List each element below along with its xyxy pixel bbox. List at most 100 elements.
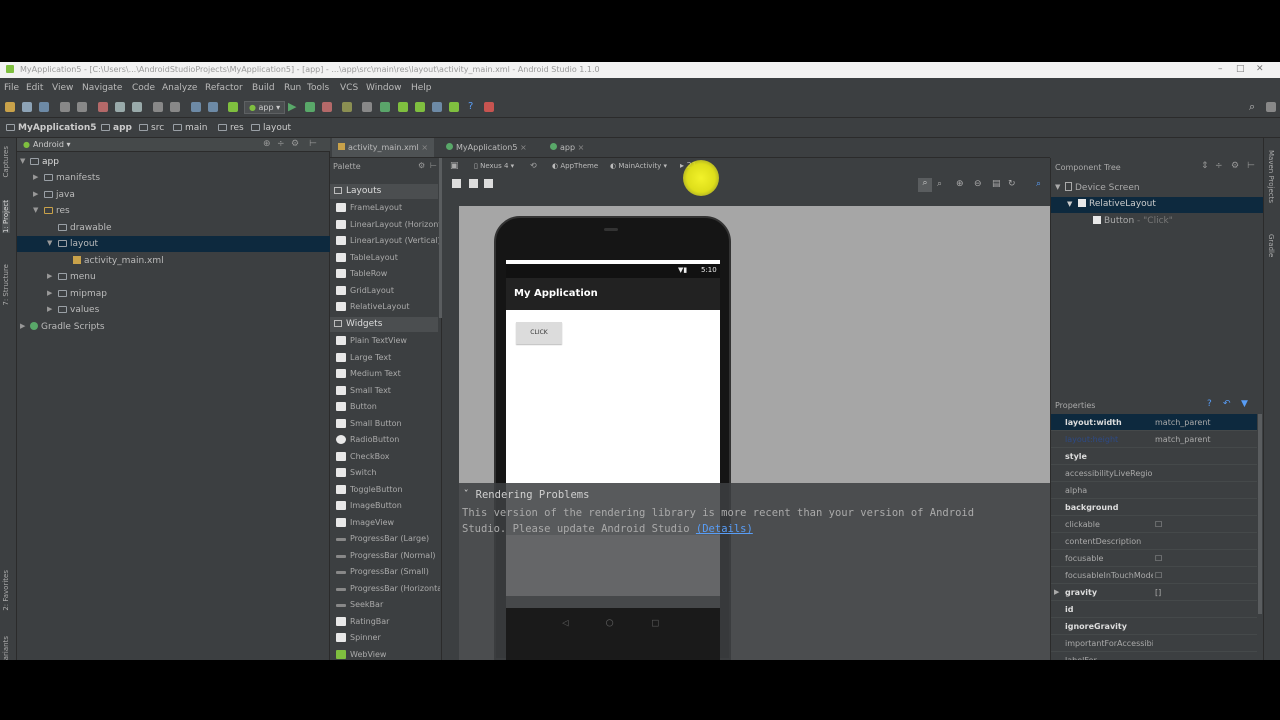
menu-run[interactable]: Run	[284, 83, 301, 93]
open-folder-icon[interactable]	[5, 102, 15, 112]
tool-tab-maven-projects[interactable]: Maven Projects	[1267, 150, 1275, 203]
menu-vcs[interactable]: VCS	[340, 83, 358, 93]
palette-item[interactable]: Button	[336, 399, 440, 415]
monitor-icon[interactable]	[432, 102, 442, 112]
minimize-icon[interactable]: –	[1218, 64, 1223, 74]
palette-category-widgets[interactable]: Widgets	[330, 317, 438, 332]
close-tab-icon[interactable]: ×	[578, 143, 585, 152]
expand-all-icon[interactable]: ⇕	[1201, 161, 1209, 171]
menu-navigate[interactable]: Navigate	[82, 83, 122, 93]
property-row[interactable]: labelFor	[1051, 652, 1257, 660]
palette-item[interactable]: ImageButton	[336, 498, 440, 514]
zoom-fit-icon[interactable]: ⌕	[918, 178, 932, 192]
make-project-icon[interactable]	[228, 102, 238, 112]
palette-item[interactable]: RelativeLayout	[336, 299, 440, 315]
tree-item-mipmap[interactable]: ▶ mipmap	[17, 286, 330, 302]
redo-icon[interactable]	[77, 102, 87, 112]
property-row[interactable]: importantForAccessibility	[1051, 635, 1257, 652]
palette-item[interactable]: ProgressBar (Normal)	[336, 548, 440, 564]
crumb-res[interactable]: res	[218, 123, 244, 133]
orientation-icon[interactable]: ⟲	[530, 161, 537, 170]
tool-tab-gradle[interactable]: Gradle	[1267, 234, 1275, 257]
preview-design-icon[interactable]	[452, 179, 461, 188]
palette-item[interactable]: LinearLayout (Vertical)	[336, 233, 440, 249]
expand-arrow-icon[interactable]: ▶	[1054, 588, 1059, 596]
palette-item[interactable]: Medium Text	[336, 366, 440, 382]
stop-icon[interactable]	[322, 102, 332, 112]
avd-manager-icon[interactable]	[398, 102, 408, 112]
search-everywhere-icon[interactable]: ⌕	[1249, 100, 1255, 114]
tree-item-layout[interactable]: ▼ layout	[17, 236, 330, 252]
property-row[interactable]: background	[1051, 499, 1257, 516]
activity-select[interactable]: ◐ MainActivity ▾	[610, 162, 667, 170]
copy-icon[interactable]	[115, 102, 125, 112]
tree-node-relativelayout[interactable]: ▼ RelativeLayout	[1051, 197, 1264, 213]
palette-item[interactable]: Plain TextView	[336, 333, 440, 349]
tree-item-values[interactable]: ▶ values	[17, 302, 330, 318]
collapse-all-icon[interactable]: ÷	[277, 139, 285, 149]
sync-gradle-icon[interactable]	[380, 102, 390, 112]
palette-item[interactable]: TableLayout	[336, 250, 440, 266]
tree-item-gradle-scripts[interactable]: ▶ Gradle Scripts	[17, 319, 330, 335]
crumb-project[interactable]: MyApplication5	[6, 123, 97, 133]
forward-icon[interactable]	[208, 102, 218, 112]
menu-view[interactable]: View	[52, 83, 73, 93]
palette-item[interactable]: Switch	[336, 465, 440, 481]
property-row[interactable]: ignoreGravity	[1051, 618, 1257, 635]
palette-item[interactable]: ImageView	[336, 515, 440, 531]
property-row[interactable]: accessibilityLiveRegion	[1051, 465, 1257, 482]
palette-item[interactable]: RadioButton	[336, 432, 440, 448]
crumb-layout[interactable]: layout	[251, 123, 291, 133]
collapse-icon[interactable]: ˇ	[463, 489, 476, 501]
tree-node-device-screen[interactable]: ▼ Device Screen	[1051, 180, 1264, 196]
back-icon[interactable]	[191, 102, 201, 112]
menu-code[interactable]: Code	[132, 83, 155, 93]
crumb-src[interactable]: src	[139, 123, 164, 133]
property-row[interactable]: focusableInTouchMode ☐	[1051, 567, 1257, 584]
tool-tab-captures[interactable]: Captures	[2, 146, 10, 177]
sync-icon[interactable]	[39, 102, 49, 112]
attach-debugger-icon[interactable]	[342, 102, 352, 112]
palette-item[interactable]: CheckBox	[336, 449, 440, 465]
restore-default-icon[interactable]: ↶	[1223, 399, 1231, 409]
property-row[interactable]: clickable ☐	[1051, 516, 1257, 533]
settings-gear-icon[interactable]: ⚙	[1231, 161, 1239, 171]
palette-item[interactable]: WebView	[336, 647, 440, 660]
palette-item[interactable]: SeekBar	[336, 597, 440, 613]
property-row[interactable]: alpha	[1051, 482, 1257, 499]
details-link[interactable]: (Details)	[696, 523, 753, 535]
collapse-all-icon[interactable]: ÷	[1215, 161, 1223, 171]
maximize-icon[interactable]: □	[1236, 64, 1245, 74]
tool-tab-structure[interactable]: 7: Structure	[2, 264, 10, 306]
replace-icon[interactable]	[170, 102, 180, 112]
search-icon[interactable]: ⌕	[1036, 179, 1041, 189]
crumb-main[interactable]: main	[173, 123, 208, 133]
palette-item[interactable]: ProgressBar (Small)	[336, 564, 440, 580]
hide-panel-icon[interactable]: ⊢	[1247, 161, 1255, 171]
palette-item[interactable]: TableRow	[336, 266, 440, 282]
tree-item-drawable[interactable]: drawable	[17, 220, 330, 236]
palette-item[interactable]: Small Button	[336, 416, 440, 432]
sdk-manager-icon[interactable]	[415, 102, 425, 112]
close-tab-icon[interactable]: ×	[421, 143, 428, 152]
tool-tab-build-variants[interactable]: Build Variants	[2, 636, 10, 660]
close-icon[interactable]: ✕	[1256, 64, 1264, 74]
view-mode-select[interactable]: Android ▾	[33, 140, 71, 149]
properties-scrollbar[interactable]	[1258, 414, 1262, 614]
palette-item[interactable]: LinearLayout (Horizontal)	[336, 217, 440, 233]
menu-file[interactable]: File	[4, 83, 19, 93]
terminal-icon[interactable]	[484, 102, 494, 112]
run-config-select[interactable]: ● app ▾	[244, 101, 286, 114]
palette-item[interactable]: Large Text	[336, 350, 440, 366]
tab-activity-main-xml[interactable]: activity_main.xml ×	[332, 138, 435, 157]
tool-tab-favorites[interactable]: 2: Favorites	[2, 570, 10, 611]
layout-actions-icon[interactable]: ▣	[450, 161, 459, 171]
event-log-icon[interactable]	[1266, 102, 1276, 112]
help-icon[interactable]: ?	[468, 101, 473, 112]
device-select[interactable]: ▯ Nexus 4 ▾	[474, 162, 514, 170]
theme-select[interactable]: ◐ AppTheme	[552, 162, 598, 170]
cut-icon[interactable]	[98, 102, 108, 112]
property-row[interactable]: style	[1051, 448, 1257, 465]
property-row[interactable]: contentDescription	[1051, 533, 1257, 550]
menu-window[interactable]: Window	[366, 83, 402, 93]
